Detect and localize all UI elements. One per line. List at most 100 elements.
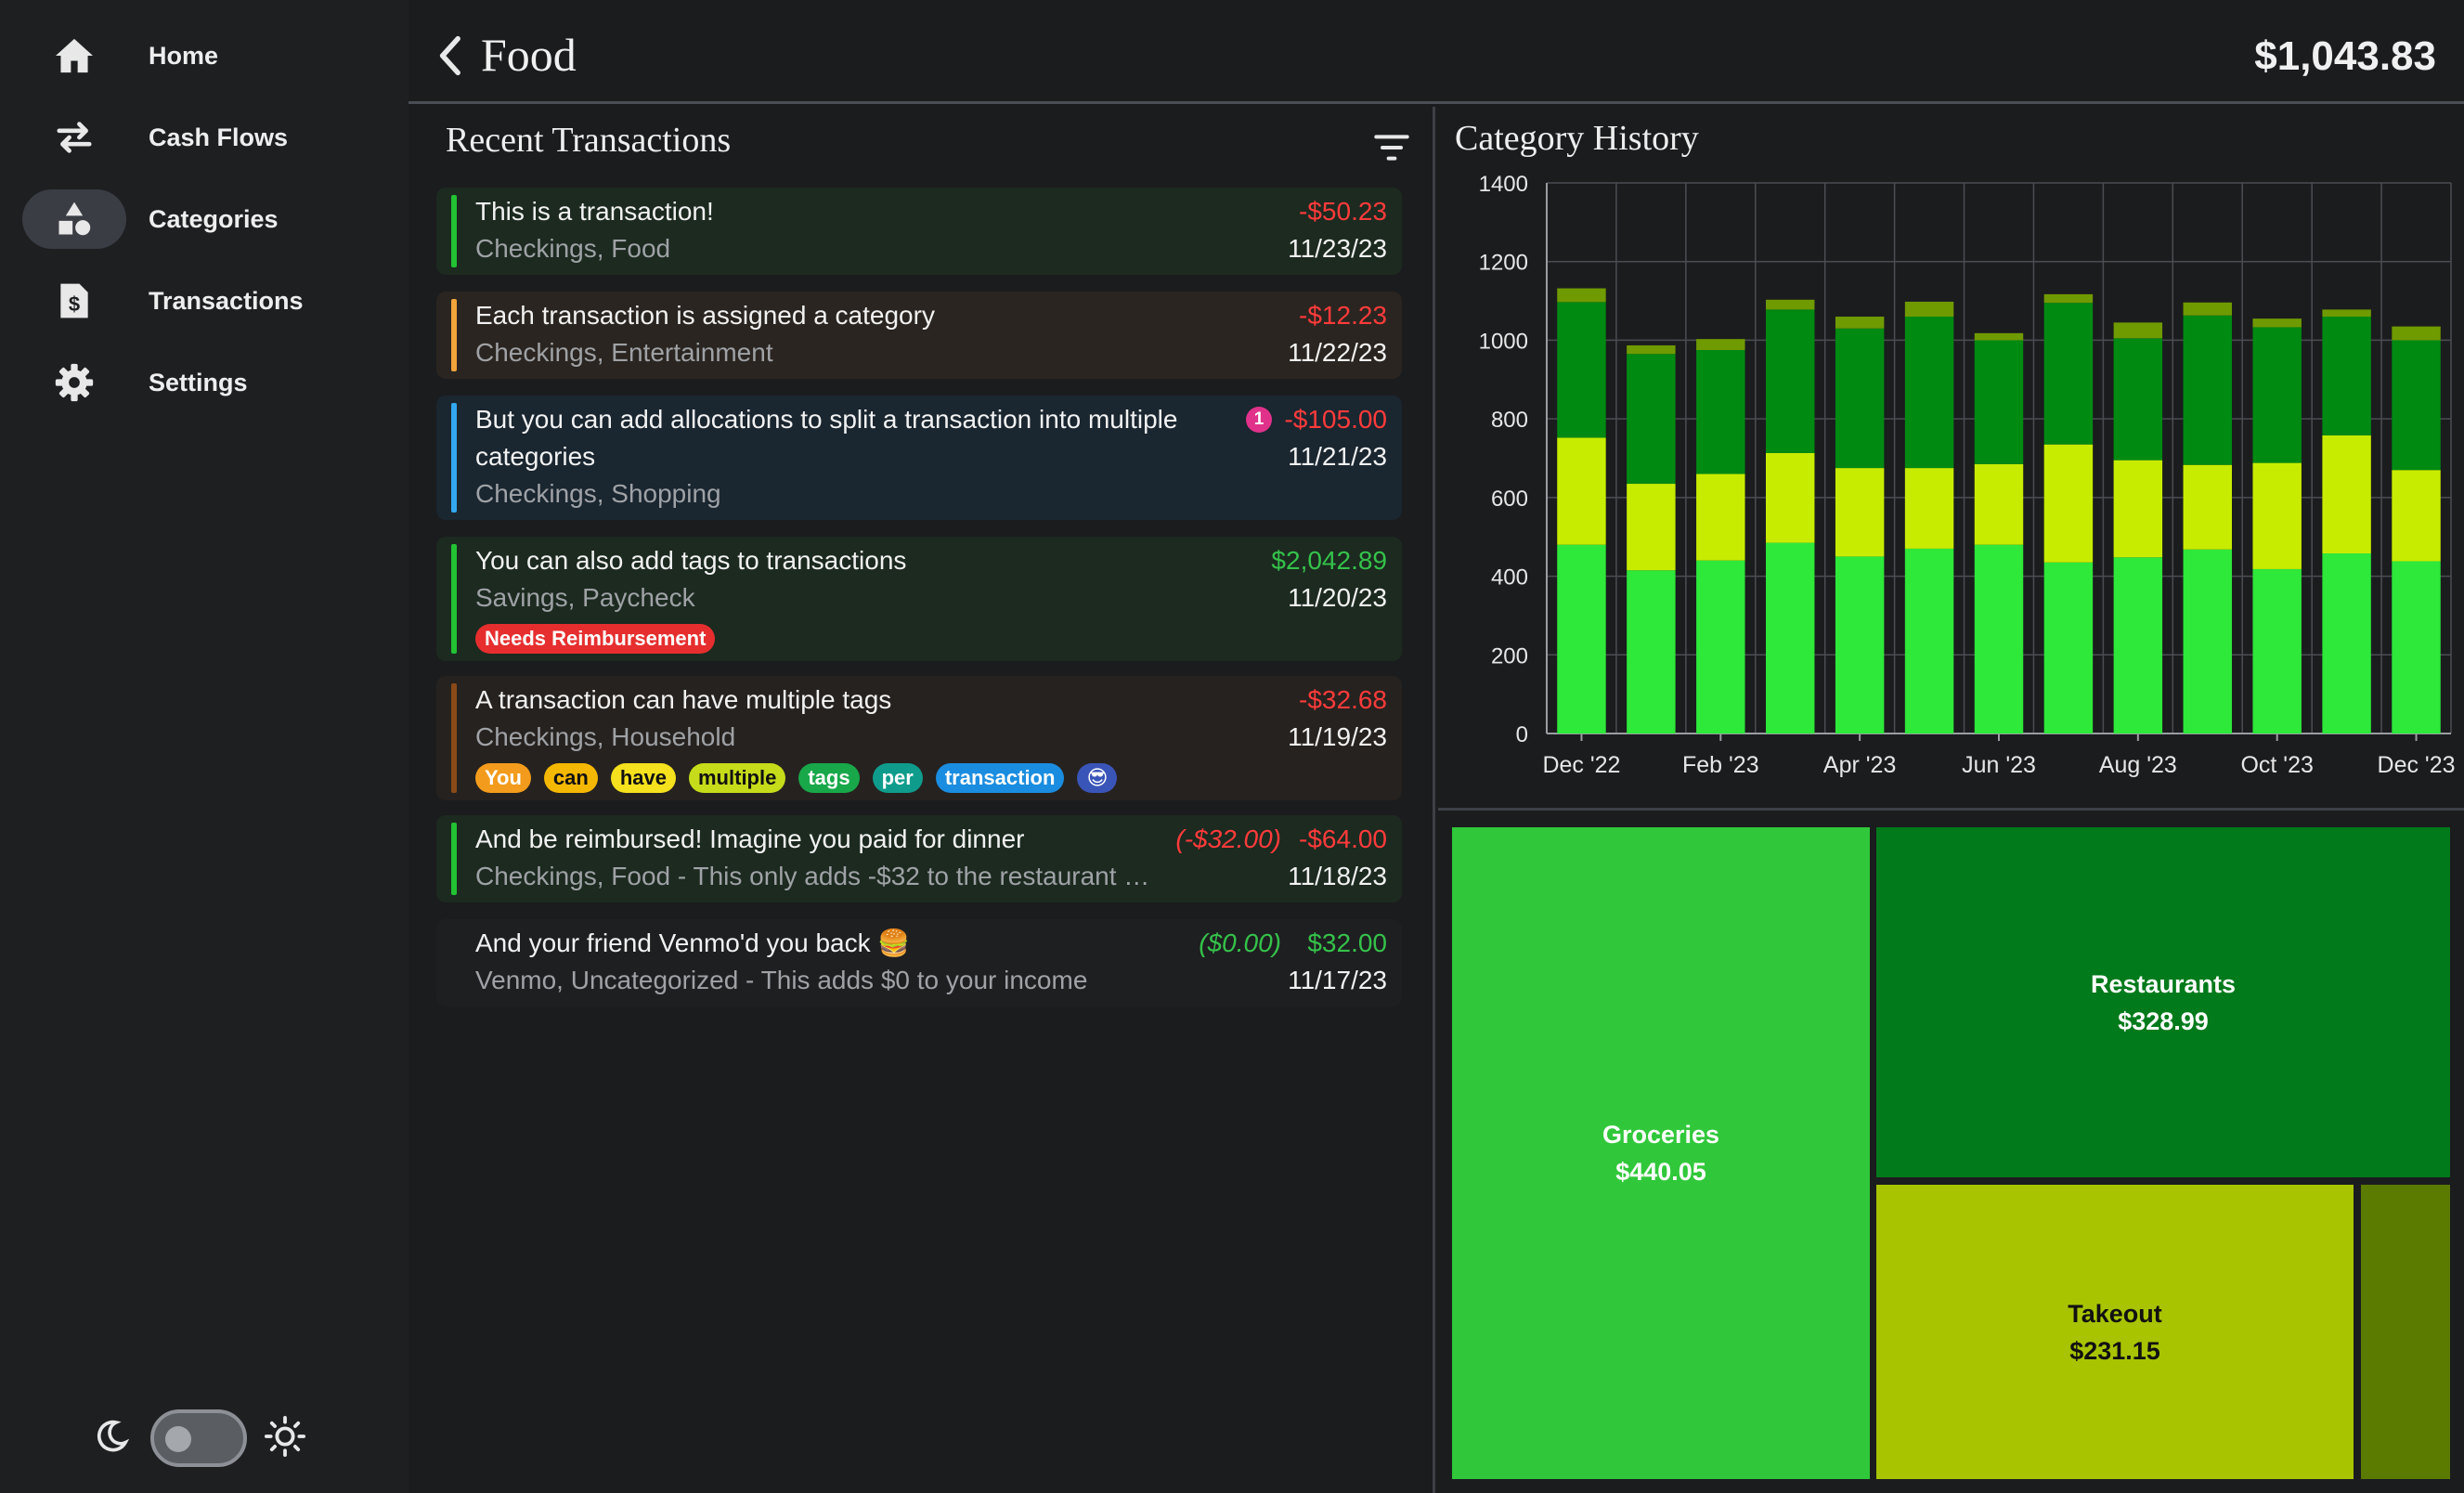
treemap-cell-value: $328.99: [2118, 1006, 2209, 1035]
nav-item-transactions[interactable]: $ Transactions: [22, 271, 375, 331]
transaction-row[interactable]: And be reimbursed! Imagine you paid for …: [436, 815, 1402, 902]
transaction-amount: $32.00: [1307, 928, 1387, 957]
transaction-description-line-2: categories: [475, 442, 596, 471]
transaction-date: 11/18/23: [1288, 862, 1387, 890]
treemap-cell-label: Groceries: [1602, 1121, 1720, 1149]
tag-chip[interactable]: You: [475, 763, 531, 793]
theme-toggle: [93, 1409, 306, 1467]
bar-segment: [2392, 326, 2441, 341]
nav-label-cash-flows: Cash Flows: [149, 123, 289, 151]
bar-segment: [1696, 560, 1745, 734]
bar-segment: [2043, 444, 2094, 563]
transaction-amount: -$105.00: [1284, 405, 1387, 434]
category-treemap: Groceries $440.05 Restaurants $328.99 Ta…: [1438, 813, 2464, 1493]
transaction-account-category: Checkings, Food - This only adds -$32 to…: [475, 862, 1150, 890]
category-color-bar: [451, 544, 457, 654]
transaction-row[interactable]: This is a transaction! Checkings, Food -…: [436, 188, 1402, 275]
sidebar: Home Cash Flows Categories $ Transaction…: [0, 0, 409, 1493]
bar-segment: [2392, 561, 2441, 734]
back-button[interactable]: [429, 30, 470, 82]
treemap-cell-other[interactable]: [2361, 1185, 2450, 1479]
tag-list: You can have multiple tags per transacti…: [475, 763, 1118, 793]
bar-segment: [1904, 548, 1954, 734]
transaction-account-category: Checkings, Shopping: [475, 479, 721, 508]
treemap-cell-takeout[interactable]: Takeout $231.15: [1876, 1185, 2354, 1479]
category-history-chart: 0 200 400 600 800 1000 1200 1400 Dec '22 Feb '23 A…: [1479, 172, 2456, 778]
transaction-amount: -$12.23: [1299, 301, 1387, 330]
tag-chip[interactable]: 😎: [1077, 763, 1118, 793]
x-tick-label: Dec '23: [2378, 752, 2456, 778]
transaction-account-category: Checkings, Entertainment: [475, 338, 773, 367]
y-tick-label: 200: [1491, 643, 1528, 669]
bar-segment: [2322, 309, 2371, 318]
transaction-row[interactable]: But you can add allocations to split a t…: [436, 396, 1402, 520]
bar-segment: [1835, 468, 1885, 557]
treemap-cell-groceries[interactable]: Groceries $440.05: [1452, 827, 1870, 1479]
category-total: $1,043.83: [2254, 33, 2436, 79]
treemap-cell-value: $440.05: [1615, 1158, 1706, 1186]
transaction-description: And be reimbursed! Imagine you paid for …: [475, 824, 1025, 853]
bar-segment: [1557, 288, 1606, 303]
transaction-description: You can also add tags to transactions: [475, 546, 907, 575]
x-tick-label: Jun '23: [1962, 752, 2036, 778]
x-tick-label: Dec '22: [1542, 752, 1620, 778]
transaction-row[interactable]: And your friend Venmo'd you back 🍔 Venmo…: [436, 919, 1402, 1006]
bar-segment: [2043, 562, 2094, 734]
receipt-dollar-icon: $: [22, 271, 126, 331]
tag-list: Needs Reimbursement: [475, 624, 716, 654]
transaction-date: 11/21/23: [1288, 442, 1387, 471]
treemap-cell-label: Restaurants: [2090, 969, 2237, 998]
tag-chip[interactable]: transaction: [935, 763, 1065, 793]
bar-segment: [2252, 462, 2302, 569]
transaction-account-category: Checkings, Food: [475, 234, 671, 263]
transaction-description: This is a transaction!: [475, 197, 714, 226]
bar-segment: [2113, 322, 2163, 339]
x-tick-label: Oct '23: [2240, 752, 2313, 778]
tag-chip[interactable]: multiple: [689, 763, 786, 793]
bar-segment: [2183, 302, 2232, 316]
nav-item-settings[interactable]: Settings: [22, 353, 375, 412]
bar-segment: [2043, 303, 2094, 445]
tag-chip[interactable]: have: [610, 763, 676, 793]
bar-segment: [1696, 474, 1745, 561]
category-color-bar: [451, 299, 457, 371]
tag-chip[interactable]: tags: [798, 763, 860, 793]
transaction-row[interactable]: You can also add tags to transactions Sa…: [436, 537, 1402, 661]
bar-segment: [1557, 437, 1606, 545]
transaction-amount: -$64.00: [1299, 824, 1387, 853]
treemap-cell-label: Takeout: [2068, 1299, 2162, 1328]
nav-label-categories: Categories: [149, 204, 279, 233]
nav-item-home[interactable]: Home: [22, 26, 375, 85]
bar-segment: [2392, 470, 2441, 562]
bar-segment: [1557, 302, 1606, 438]
category-history-panel: Category History 0 200 400 600 800 1000 1200 14…: [1438, 107, 2464, 811]
bar-segment: [1974, 332, 2024, 341]
transaction-description: And your friend Venmo'd you back 🍔: [475, 928, 911, 957]
bar-segment: [1835, 556, 1885, 734]
bar-segment: [1835, 317, 1885, 329]
theme-switch[interactable]: [150, 1409, 247, 1467]
tag-chip[interactable]: can: [543, 763, 598, 793]
tag-chip[interactable]: per: [872, 763, 923, 793]
transaction-description: Each transaction is assigned a category: [475, 301, 935, 330]
transaction-row[interactable]: Each transaction is assigned a category …: [436, 292, 1402, 379]
bar-segment: [1696, 339, 1745, 351]
y-tick-label: 800: [1491, 408, 1528, 433]
y-tick-label: 1000: [1479, 329, 1528, 354]
bar-segment: [2113, 338, 2163, 461]
nav-item-cash-flows[interactable]: Cash Flows: [22, 108, 375, 167]
treemap-cell-restaurants[interactable]: Restaurants $328.99: [1876, 827, 2450, 1177]
nav-item-categories[interactable]: Categories: [22, 189, 375, 249]
transaction-row[interactable]: A transaction can have multiple tags Che…: [436, 676, 1402, 800]
transaction-date: 11/22/23: [1288, 338, 1387, 367]
filter-button[interactable]: [1371, 127, 1412, 168]
category-color-bar: [451, 403, 457, 513]
bar-segment: [2183, 315, 2232, 465]
chevron-left-icon: [439, 35, 460, 76]
bar-segment: [2322, 317, 2371, 435]
page-title: Food: [481, 29, 577, 81]
tag-chip[interactable]: Needs Reimbursement: [475, 624, 716, 654]
svg-text:$: $: [69, 292, 80, 316]
x-tick-label: Aug '23: [2099, 752, 2177, 778]
gear-icon: [22, 353, 126, 412]
